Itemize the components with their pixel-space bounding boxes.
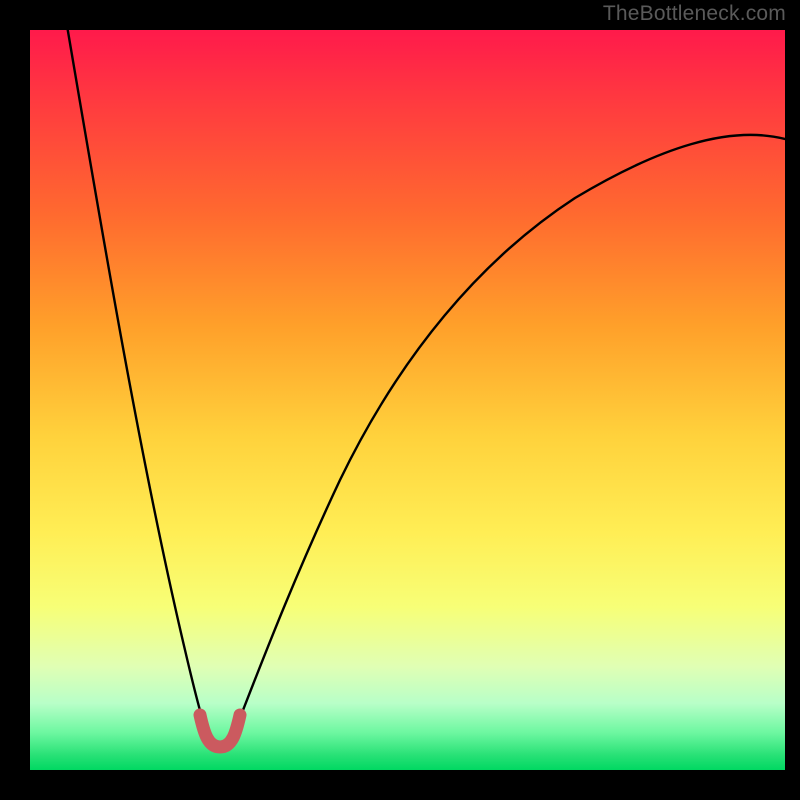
- bottleneck-curve: [30, 30, 785, 770]
- watermark-text: TheBottleneck.com: [603, 2, 786, 26]
- chart-frame: TheBottleneck.com: [0, 0, 800, 800]
- curve-path: [68, 30, 785, 748]
- highlight-segment-path: [200, 715, 240, 747]
- chart-plot-area: [30, 30, 785, 770]
